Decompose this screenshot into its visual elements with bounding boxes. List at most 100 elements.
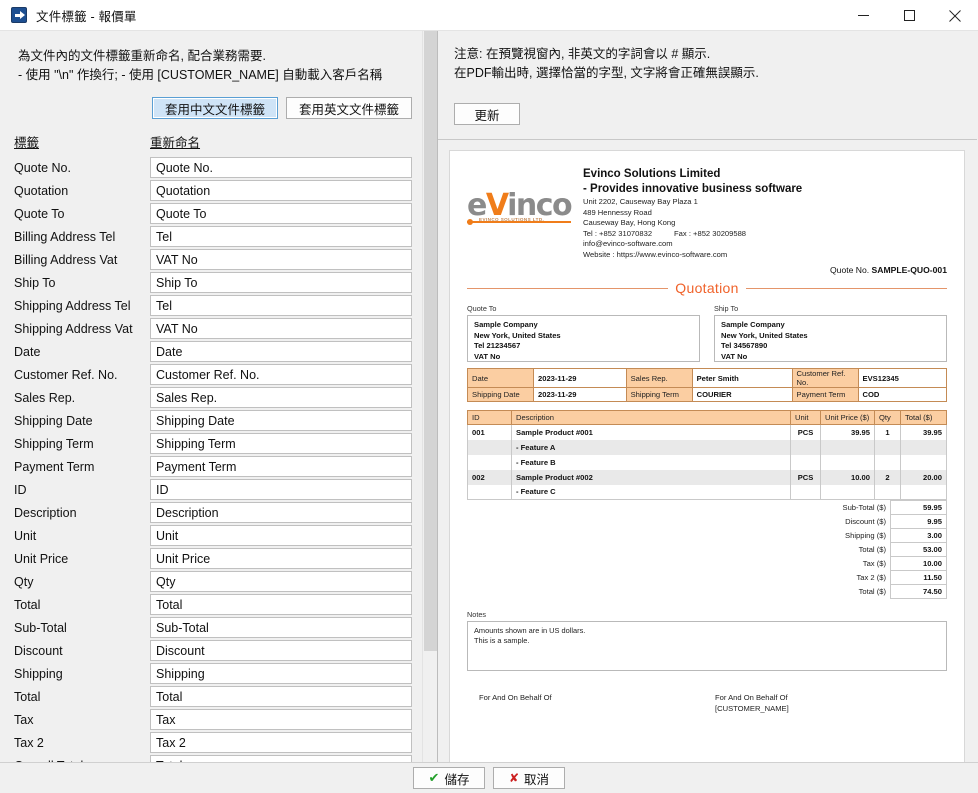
label-name: Shipping Date <box>14 413 93 428</box>
window-title-bar: 文件標籤 - 報價單 <box>0 0 978 31</box>
totals-value: 3.00 <box>890 528 947 543</box>
rename-input[interactable]: Customer Ref. No. <box>150 364 412 385</box>
close-button[interactable] <box>932 0 978 31</box>
totals-label: Total ($) <box>858 545 886 554</box>
rename-input[interactable]: Quote To <box>150 203 412 224</box>
signature-right: For And On Behalf Of [CUSTOMER_NAME] <box>707 693 947 714</box>
totals-label: Sub-Total ($) <box>842 503 886 512</box>
totals-label: Total ($) <box>858 587 886 596</box>
rename-input[interactable]: Tax <box>150 709 412 730</box>
rename-input[interactable]: Shipping Date <box>150 410 412 431</box>
label-row: Payment Term Payment Term <box>0 455 437 478</box>
cell-qty <box>874 484 901 500</box>
dialog-footer: ✔ 儲存 ✘ 取消 <box>0 762 978 793</box>
apply-template-buttons: 套用中文文件標籤 套用英文文件標籤 <box>0 97 437 119</box>
label-name: Unit <box>14 528 37 543</box>
rename-input[interactable]: Discount <box>150 640 412 661</box>
totals-row: Sub-Total ($) 59.95 <box>467 500 947 515</box>
totals-label: Discount ($) <box>845 517 886 526</box>
label-name: Total <box>14 597 41 612</box>
rename-input[interactable]: Shipping <box>150 663 412 684</box>
ship-to-block: Ship To Sample Company New York, United … <box>714 304 947 362</box>
label-name: Payment Term <box>14 459 95 474</box>
rename-input[interactable]: Shipping Term <box>150 433 412 454</box>
rename-input[interactable]: Qty <box>150 571 412 592</box>
rename-input[interactable]: Tax 2 <box>150 732 412 753</box>
rename-input[interactable]: Sales Rep. <box>150 387 412 408</box>
label-name: Unit Price <box>14 551 69 566</box>
rename-input[interactable]: VAT No <box>150 249 412 270</box>
rename-input[interactable]: Quotation <box>150 180 412 201</box>
apply-english-labels-button[interactable]: 套用英文文件標籤 <box>286 97 412 119</box>
label-name: Quotation <box>14 183 69 198</box>
document-preview-container: eVinco EVINCO SOLUTIONS LTD. Evinco Solu… <box>438 139 977 762</box>
cross-icon: ✘ <box>508 771 520 785</box>
app-icon <box>11 7 27 23</box>
label-name: Quote No. <box>14 160 71 175</box>
shipping-term-label: Shipping Term <box>625 387 693 402</box>
rename-input[interactable]: Tel <box>150 226 412 247</box>
totals-value: 59.95 <box>890 500 947 515</box>
company-address-2: 489 Hennessy Road <box>583 207 652 217</box>
rename-input[interactable]: VAT No <box>150 318 412 339</box>
apply-chinese-labels-button[interactable]: 套用中文文件標籤 <box>152 97 278 119</box>
label-name: Shipping Address Tel <box>14 298 131 313</box>
payment-term-label: Payment Term <box>791 387 859 402</box>
minimize-button[interactable] <box>840 0 886 31</box>
rename-input[interactable]: Total <box>150 594 412 615</box>
rename-input[interactable]: Unit Price <box>150 548 412 569</box>
label-row: Billing Address Vat VAT No <box>0 248 437 271</box>
column-header-label: 標籤 <box>14 136 40 150</box>
save-button[interactable]: ✔ 儲存 <box>413 767 485 789</box>
signature-left: For And On Behalf Of <box>479 693 552 702</box>
label-row: Tax 2 Tax 2 <box>0 731 437 754</box>
label-name: Tax 2 <box>14 735 44 750</box>
rename-input[interactable]: Date <box>150 341 412 362</box>
ship-to-box: Sample Company New York, United States T… <box>714 315 947 362</box>
rename-input[interactable]: Quote No. <box>150 157 412 178</box>
company-address-3: Causeway Bay, Hong Kong <box>583 218 676 227</box>
table-row: - Feature A <box>467 439 947 455</box>
totals-value: 9.95 <box>890 514 947 529</box>
left-scrollbar[interactable] <box>422 31 437 762</box>
notes-caption: Notes <box>467 610 487 619</box>
left-scrollbar-thumb[interactable] <box>424 31 437 651</box>
totals-row: Total ($) 53.00 <box>467 542 947 557</box>
cell-unit-price <box>820 484 875 500</box>
rename-input[interactable]: Total <box>150 686 412 707</box>
rename-input[interactable]: Sub-Total <box>150 617 412 638</box>
rename-input[interactable]: Payment Term <box>150 456 412 477</box>
label-name: Sales Rep. <box>14 390 76 405</box>
quote-number-value: SAMPLE-QUO-001 <box>871 265 947 275</box>
table-header-row: ID Description Unit Unit Price ($) Qty T… <box>467 410 947 425</box>
company-address-1: Unit 2202, Causeway Bay Plaza 1 <box>583 197 698 206</box>
quote-to-name: Sample Company <box>474 320 538 329</box>
shipping-term-value: COURIER <box>691 387 793 402</box>
window-title: 文件標籤 - 報價單 <box>36 9 137 24</box>
document-header: eVinco EVINCO SOLUTIONS LTD. Evinco Solu… <box>467 165 947 260</box>
refresh-button[interactable]: 更新 <box>454 103 520 125</box>
rename-input[interactable]: Tel <box>150 295 412 316</box>
rename-input[interactable]: Description <box>150 502 412 523</box>
customer-ref-value: EVS12345 <box>857 368 948 388</box>
totals-value: 10.00 <box>890 556 947 571</box>
cancel-button[interactable]: ✘ 取消 <box>493 767 565 789</box>
label-row: Quote To Quote To <box>0 202 437 225</box>
company-name: Evinco Solutions Limited <box>583 168 721 180</box>
totals-row: Discount ($) 9.95 <box>467 514 947 529</box>
shipping-date-label: Shipping Date <box>467 387 534 402</box>
rename-input[interactable]: Ship To <box>150 272 412 293</box>
cell-id: 002 <box>467 469 512 485</box>
maximize-button[interactable] <box>886 0 932 31</box>
label-row: Total Total <box>0 593 437 616</box>
cell-qty <box>874 439 901 455</box>
rename-input[interactable]: ID <box>150 479 412 500</box>
label-name: Shipping Address Vat <box>14 321 133 336</box>
cell-unit <box>790 439 821 455</box>
header-unit: Unit <box>790 410 821 425</box>
label-row: Unit Price Unit Price <box>0 547 437 570</box>
rename-input[interactable]: Total <box>150 755 412 762</box>
quote-to-box: Sample Company New York, United States T… <box>467 315 700 362</box>
rename-input[interactable]: Unit <box>150 525 412 546</box>
instructions: 為文件內的文件標籤重新命名, 配合業務需要. - 使用 "\n" 作換行; - … <box>0 47 437 85</box>
